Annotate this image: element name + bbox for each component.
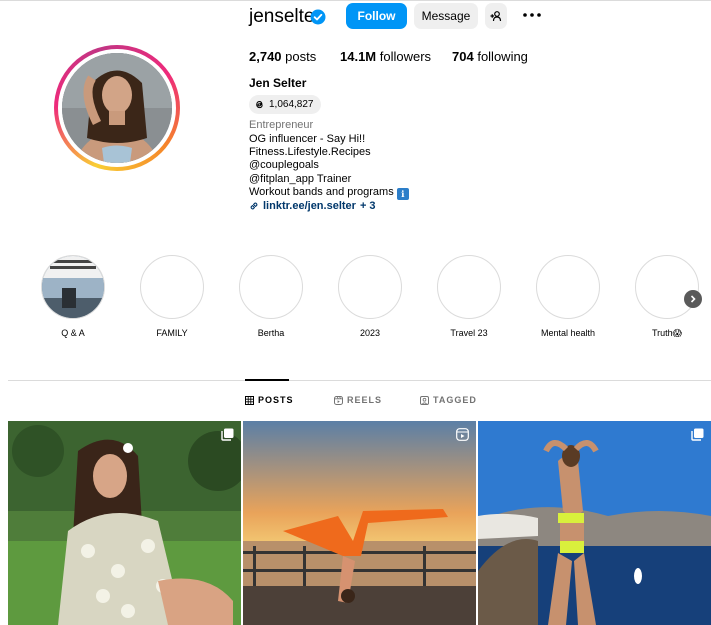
highlight-mental-health[interactable]	[536, 255, 600, 319]
suggested-users-button[interactable]	[485, 3, 507, 29]
reel-icon	[456, 428, 469, 441]
more-options-button[interactable]	[522, 5, 542, 25]
highlight-cover	[42, 256, 104, 318]
profile-link-text: linktr.ee/jen.selter	[263, 200, 356, 212]
post-image	[243, 421, 476, 625]
tab-posts[interactable]: POSTS	[245, 395, 294, 405]
info-emoji-icon: ℹ	[396, 188, 409, 200]
more-horizontal-icon	[523, 13, 541, 17]
highlight-family[interactable]	[140, 255, 204, 319]
threads-icon	[256, 101, 263, 109]
bio-line-text: Workout bands and programs	[249, 186, 394, 198]
followers-count-value: 14.1M	[340, 49, 377, 64]
followers-count[interactable]: 14.1M followers	[340, 49, 431, 64]
tab-tagged[interactable]: TAGGED	[420, 395, 477, 405]
followers-count-label: followers	[379, 49, 432, 64]
verified-badge-icon	[310, 9, 326, 25]
highlights-next-button[interactable]	[684, 290, 702, 308]
highlight-truth[interactable]	[635, 255, 699, 319]
profile-link-more: + 3	[359, 200, 376, 212]
active-tab-indicator	[245, 379, 289, 381]
bio-line: Workout bands and programs ℹ	[249, 186, 409, 200]
bio-mention-fitplan[interactable]: @fitplan_app Trainer	[249, 173, 351, 185]
tab-posts-label: POSTS	[258, 395, 294, 405]
highlight-travel-23[interactable]	[437, 255, 501, 319]
posts-count-value: 2,740	[249, 49, 282, 64]
highlight-label: Mental health	[540, 328, 596, 338]
tabs-divider	[8, 380, 711, 381]
add-user-icon	[490, 11, 502, 22]
grid-icon	[245, 395, 254, 405]
profile-link[interactable]: linktr.ee/jen.selter + 3	[249, 200, 376, 212]
highlight-label: Travel 23	[450, 328, 488, 338]
carousel-icon	[691, 428, 704, 441]
posts-count: 2,740 posts	[249, 49, 316, 64]
chevron-right-icon	[690, 295, 696, 303]
posts-count-label: posts	[285, 49, 317, 64]
highlight-2023[interactable]	[338, 255, 402, 319]
avatar-photo	[62, 53, 172, 163]
profile-avatar[interactable]	[54, 45, 180, 171]
highlight-label: FAMILY	[156, 328, 188, 338]
profile-full-name: Jen Selter	[249, 76, 307, 90]
post-thumbnail[interactable]	[8, 421, 241, 625]
reels-icon	[334, 395, 343, 405]
post-image	[8, 421, 241, 625]
threads-badge[interactable]: 1,064,827	[249, 95, 321, 114]
post-thumbnail[interactable]	[243, 421, 476, 625]
highlight-label: Bertha	[257, 328, 285, 338]
post-image	[478, 421, 711, 625]
highlight-label: 2023	[359, 328, 381, 338]
tab-reels-label: REELS	[347, 395, 383, 405]
bio-line: Fitness.Lifestyle.Recipes	[249, 146, 371, 158]
profile-category: Entrepreneur	[249, 119, 314, 131]
post-thumbnail[interactable]	[478, 421, 711, 625]
carousel-icon	[221, 428, 234, 441]
highlight-label: Q & A	[61, 328, 85, 338]
threads-count: 1,064,827	[269, 99, 314, 110]
message-button[interactable]: Message	[414, 3, 478, 29]
tab-tagged-label: TAGGED	[433, 395, 477, 405]
bio-mention-couplegoals[interactable]: @couplegoals	[249, 159, 319, 171]
tab-reels[interactable]: REELS	[334, 395, 382, 405]
following-count-value: 704	[452, 49, 474, 64]
following-count[interactable]: 704 following	[452, 49, 528, 64]
top-border	[0, 0, 711, 1]
following-count-label: following	[477, 49, 528, 64]
highlight-label: Truth😱	[651, 328, 683, 338]
bio-line: OG influencer - Say Hi!!	[249, 133, 366, 145]
link-icon	[250, 202, 258, 210]
highlight-bertha[interactable]	[239, 255, 303, 319]
follow-button[interactable]: Follow	[346, 3, 407, 29]
tagged-icon	[420, 395, 429, 405]
highlight-qa[interactable]	[41, 255, 105, 319]
